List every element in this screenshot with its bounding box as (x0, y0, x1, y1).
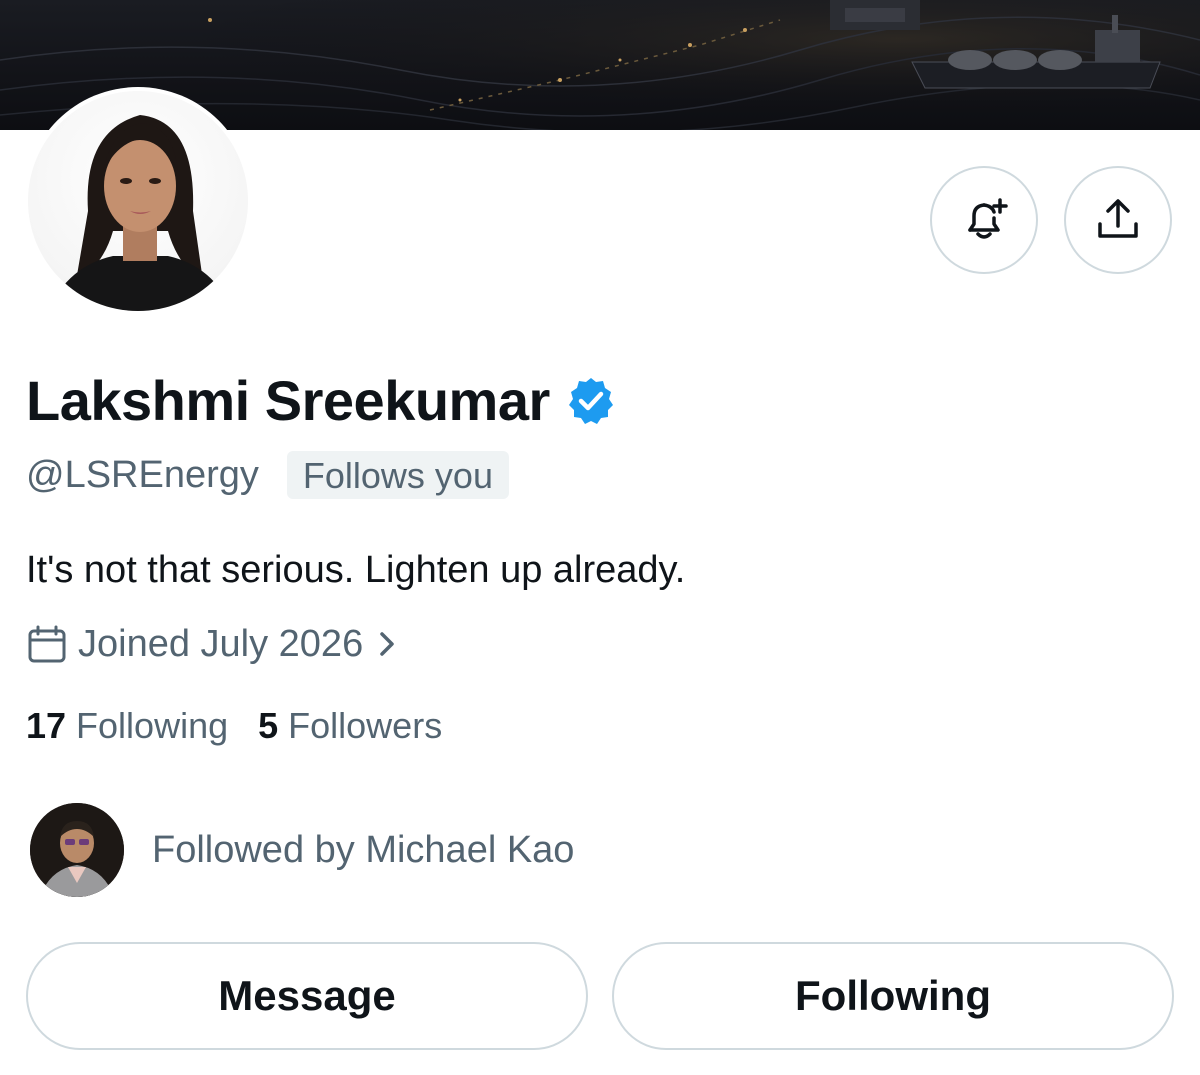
following-button[interactable]: Following (612, 942, 1174, 1050)
share-icon (1098, 199, 1138, 238)
following-label: Following (76, 705, 229, 746)
following-stat[interactable]: 17 Following (26, 700, 228, 752)
user-handle: @LSREnergy (26, 454, 259, 496)
followers-stat[interactable]: 5 Followers (258, 700, 442, 752)
followed-by-row[interactable]: Followed by Michael Kao (30, 803, 574, 897)
calendar-icon (28, 625, 66, 663)
joined-date-row[interactable]: Joined July 2026 (26, 618, 401, 670)
notify-button[interactable] (930, 166, 1038, 274)
followers-label: Followers (288, 705, 443, 746)
profile-avatar[interactable] (24, 87, 252, 315)
follows-you-badge: Follows you (286, 451, 509, 499)
joined-date: Joined July 2026 (78, 623, 364, 665)
bell-plus-icon (968, 198, 1008, 239)
verified-badge-icon[interactable] (566, 376, 616, 426)
followers-count: 5 (258, 705, 279, 746)
profile-photo (28, 91, 248, 311)
name-row: Lakshmi Sreekumar (26, 366, 616, 436)
follow-stats: 17 Following 5 Followers (26, 700, 472, 752)
followed-by-text: Followed by Michael Kao (152, 829, 575, 871)
share-button[interactable] (1064, 166, 1172, 274)
display-name: Lakshmi Sreekumar (26, 369, 550, 432)
message-button[interactable]: Message (26, 942, 588, 1050)
handle-row: @LSREnergy Follows you (26, 450, 509, 500)
chevron-right-icon (380, 632, 394, 656)
following-count: 17 (26, 705, 67, 746)
profile-bio: It's not that serious. Lighten up alread… (26, 549, 686, 591)
follower-avatar (30, 803, 124, 897)
